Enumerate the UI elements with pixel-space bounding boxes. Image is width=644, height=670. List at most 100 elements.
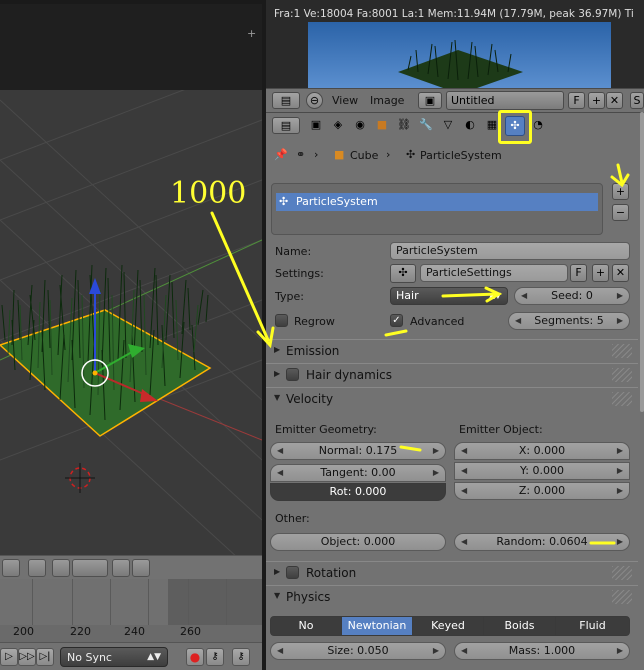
drag-handle-icon[interactable] [612, 566, 632, 580]
editor-type-icon[interactable]: ▤ [272, 117, 300, 134]
image-browse-icon[interactable]: ▣ [418, 92, 442, 109]
jump-end-icon[interactable]: ▷| [36, 648, 54, 666]
drag-handle-icon[interactable] [612, 344, 632, 358]
timeline-tick: 220 [70, 625, 91, 638]
material-tab-icon[interactable]: ◐ [460, 116, 480, 136]
physics-type-no[interactable]: No [270, 616, 342, 636]
timeline[interactable]: 200 220 240 260 [0, 579, 262, 642]
segments-field[interactable]: ◀ Segments: 5 ▶ [508, 312, 630, 330]
physics-type-fluid[interactable]: Fluid [555, 616, 630, 636]
jump-forward-icon[interactable]: ▷▷ [18, 648, 36, 666]
properties-scrollbar[interactable] [640, 112, 644, 412]
rot-field[interactable]: Rot: 0.000 [270, 483, 446, 501]
viewport-header [0, 555, 262, 579]
snap-icon[interactable] [28, 559, 46, 577]
hair-dynamics-checkbox[interactable] [286, 368, 299, 381]
data-tab-icon[interactable]: ▽ [438, 116, 458, 136]
3d-scene[interactable] [0, 90, 262, 555]
velocity-panel-header[interactable]: ▼ Velocity [266, 387, 638, 409]
scene-tab-icon[interactable]: ◈ [328, 116, 348, 136]
keyframe-icon[interactable]: ⚷ [232, 648, 250, 666]
snap-target-dropdown[interactable] [72, 559, 108, 577]
emitter-geometry-label: Emitter Geometry: [275, 423, 377, 436]
type-dropdown[interactable]: Hair ▲▼ [390, 287, 508, 305]
slot-button[interactable]: S [630, 92, 644, 109]
image-editor[interactable]: Fra:1 Ve:18004 Fa:8001 La:1 Mem:11.94M (… [266, 0, 644, 88]
particle-system-list[interactable]: ✣ ParticleSystem [271, 183, 603, 235]
cube-icon: ■ [334, 148, 345, 161]
properties-tabs: ▤ ▣ ◈ ◉ ■ ⛓ 🔧 ▽ ◐ ▦ ✣ ◔ [266, 110, 644, 144]
properties-editor[interactable]: ▤ ▣ ◈ ◉ ■ ⛓ 🔧 ▽ ◐ ▦ ✣ ◔ 📌 ⚭ › ■ Cube › ✣… [266, 110, 644, 670]
z-field[interactable]: ◀ Z: 0.000 ▶ [454, 482, 630, 500]
hair-dynamics-panel-header[interactable]: ▶ Hair dynamics [266, 363, 638, 385]
particle-settings-browse-icon[interactable]: ✣ [390, 264, 416, 283]
x-field[interactable]: ◀ X: 0.000 ▶ [454, 442, 630, 460]
tangent-field[interactable]: ◀ Tangent: 0.00 ▶ [270, 464, 446, 482]
modifiers-tab-icon[interactable]: 🔧 [416, 116, 436, 136]
size-value: Size: 0.050 [327, 644, 389, 657]
collapse-menu-icon[interactable]: ⊖ [306, 92, 323, 109]
physics-title: Physics [286, 590, 331, 604]
size-field[interactable]: ◀ Size: 0.050 ▶ [270, 642, 446, 660]
drag-handle-icon[interactable] [612, 590, 632, 604]
world-tab-icon[interactable]: ◉ [350, 116, 370, 136]
unlink-image-button[interactable]: ✕ [606, 92, 623, 109]
object-velocity-field[interactable]: Object: 0.000 [270, 533, 446, 551]
seed-field[interactable]: ◀ Seed: 0 ▶ [514, 287, 630, 305]
physics-type-boids[interactable]: Boids [483, 616, 556, 636]
emission-title: Emission [286, 344, 340, 358]
advanced-label: Advanced [410, 315, 465, 328]
editor-type-icon[interactable]: ▤ [272, 92, 300, 109]
random-field[interactable]: ◀ Random: 0.0604 ▶ [454, 533, 630, 551]
menu-image[interactable]: Image [370, 94, 404, 107]
proportional-icon[interactable] [52, 559, 70, 577]
rotation-panel-header[interactable]: ▶ Rotation [266, 561, 638, 583]
list-item[interactable]: ✣ ParticleSystem [276, 193, 598, 211]
random-value: Random: 0.0604 [496, 535, 588, 548]
scene-drawing [0, 90, 262, 555]
mass-field[interactable]: ◀ Mass: 1.000 ▶ [454, 642, 630, 660]
anim-render-icon[interactable] [132, 559, 150, 577]
remove-particle-system-button[interactable]: − [612, 204, 629, 221]
settings-fake-user-button[interactable]: F [570, 264, 587, 282]
drag-handle-icon[interactable] [612, 392, 632, 406]
normal-field[interactable]: ◀ Normal: 0.175 ▶ [270, 442, 446, 460]
fake-user-button[interactable]: F [568, 92, 585, 109]
region-expand-icon[interactable]: + [247, 27, 256, 40]
constraints-tab-icon[interactable]: ⛓ [394, 116, 414, 136]
sync-value: No Sync [67, 651, 112, 664]
timeline-tick: 200 [13, 625, 34, 638]
keying-icon[interactable]: ⚷ [206, 648, 224, 666]
particles-icon: ✣ [406, 148, 416, 161]
object-tab-icon[interactable]: ■ [372, 116, 392, 136]
new-settings-button[interactable]: + [592, 264, 609, 282]
timeline-tick: 260 [180, 625, 201, 638]
y-field[interactable]: ◀ Y: 0.000 ▶ [454, 462, 630, 480]
pivot-icon[interactable] [2, 559, 20, 577]
image-name-field[interactable]: Untitled [446, 91, 564, 110]
settings-field[interactable]: ParticleSettings [420, 264, 568, 282]
3d-viewport[interactable]: + 1000 [0, 0, 262, 555]
record-icon[interactable]: ● [186, 648, 204, 666]
new-image-button[interactable]: + [588, 92, 605, 109]
physics-type-newtonian[interactable]: Newtonian [341, 616, 413, 636]
unlink-settings-button[interactable]: ✕ [612, 264, 629, 282]
add-particle-system-button[interactable]: + [612, 183, 629, 200]
render-tab-icon[interactable]: ▣ [306, 116, 326, 136]
sync-dropdown[interactable]: No Sync ▲▼ [60, 647, 168, 667]
render-icon[interactable] [112, 559, 130, 577]
physics-type-keyed[interactable]: Keyed [412, 616, 484, 636]
pin-icon[interactable]: 📌 [274, 148, 288, 161]
emission-panel-header[interactable]: ▶ Emission [266, 339, 638, 361]
settings-label: Settings: [275, 267, 324, 280]
play-icon[interactable]: ▷ [0, 648, 18, 666]
physics-panel-header[interactable]: ▼ Physics [266, 585, 638, 607]
menu-view[interactable]: View [332, 94, 358, 107]
image-name: Untitled [451, 94, 495, 107]
drag-handle-icon[interactable] [612, 368, 632, 382]
advanced-checkbox[interactable]: ✓ [390, 314, 403, 327]
rotation-checkbox[interactable] [286, 566, 299, 579]
regrow-checkbox[interactable] [275, 314, 288, 327]
emitter-object-label: Emitter Object: [459, 423, 543, 436]
name-field[interactable]: ParticleSystem [390, 242, 630, 260]
